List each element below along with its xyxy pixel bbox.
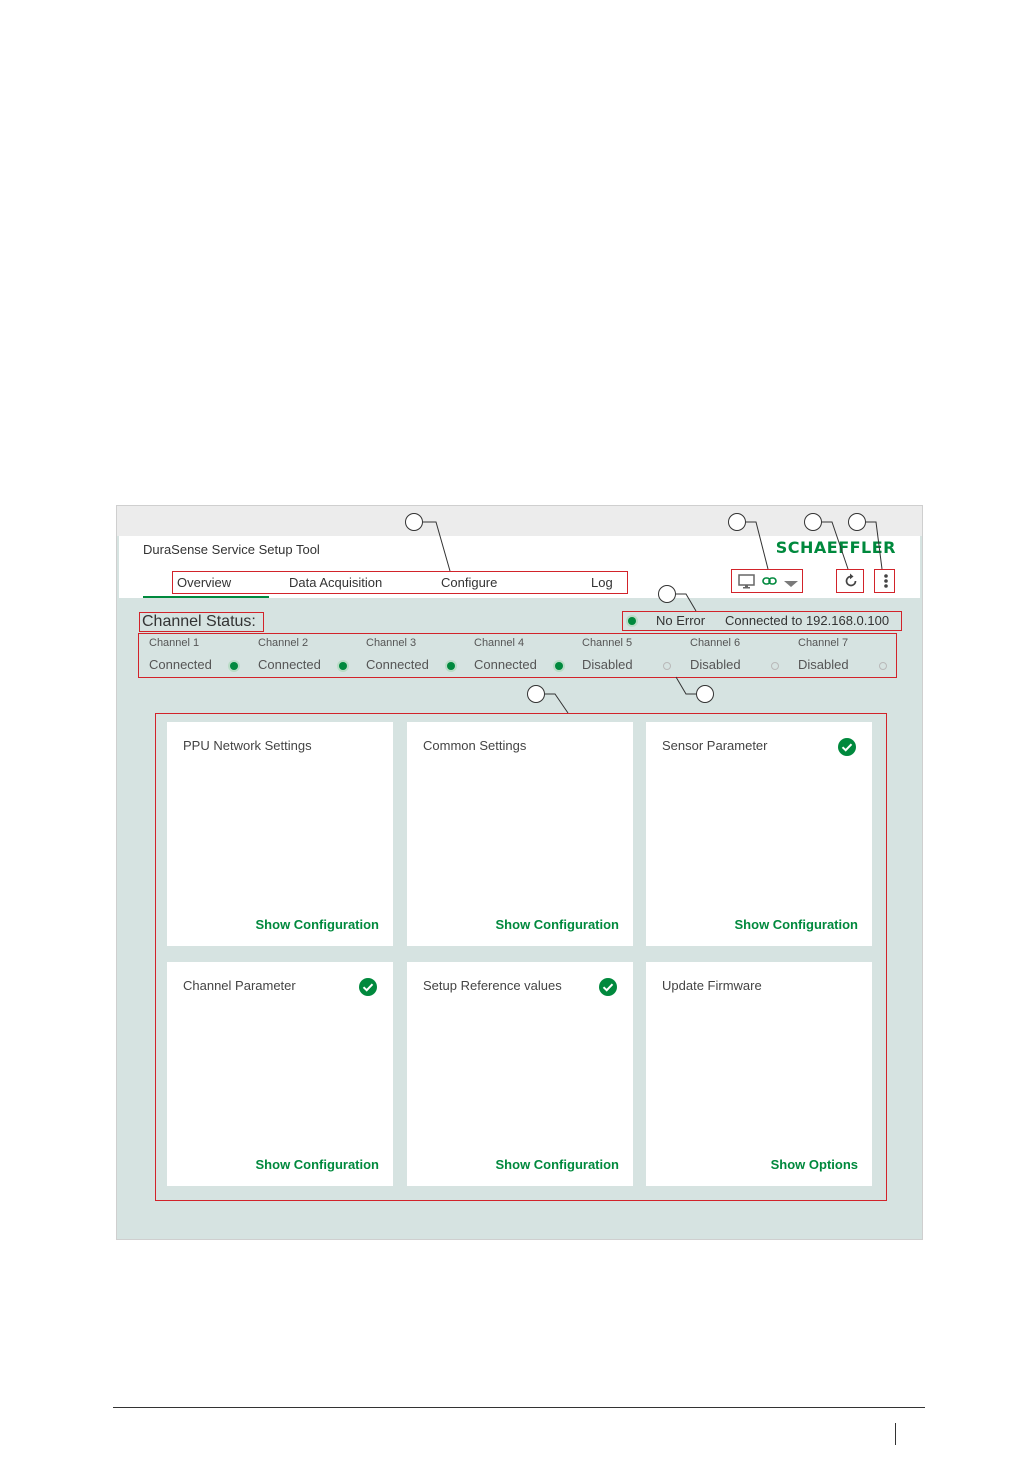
callout-marker: [658, 585, 676, 603]
callout-marker: [696, 685, 714, 703]
callout-leaders: [423, 521, 883, 714]
callout-marker: [848, 513, 866, 531]
callout-marker: [527, 685, 545, 703]
page-footer-divider: [895, 1423, 896, 1445]
page-footer-rule: [113, 1407, 925, 1408]
callout-marker: [804, 513, 822, 531]
callout-marker: [728, 513, 746, 531]
callout-marker: [405, 513, 423, 531]
